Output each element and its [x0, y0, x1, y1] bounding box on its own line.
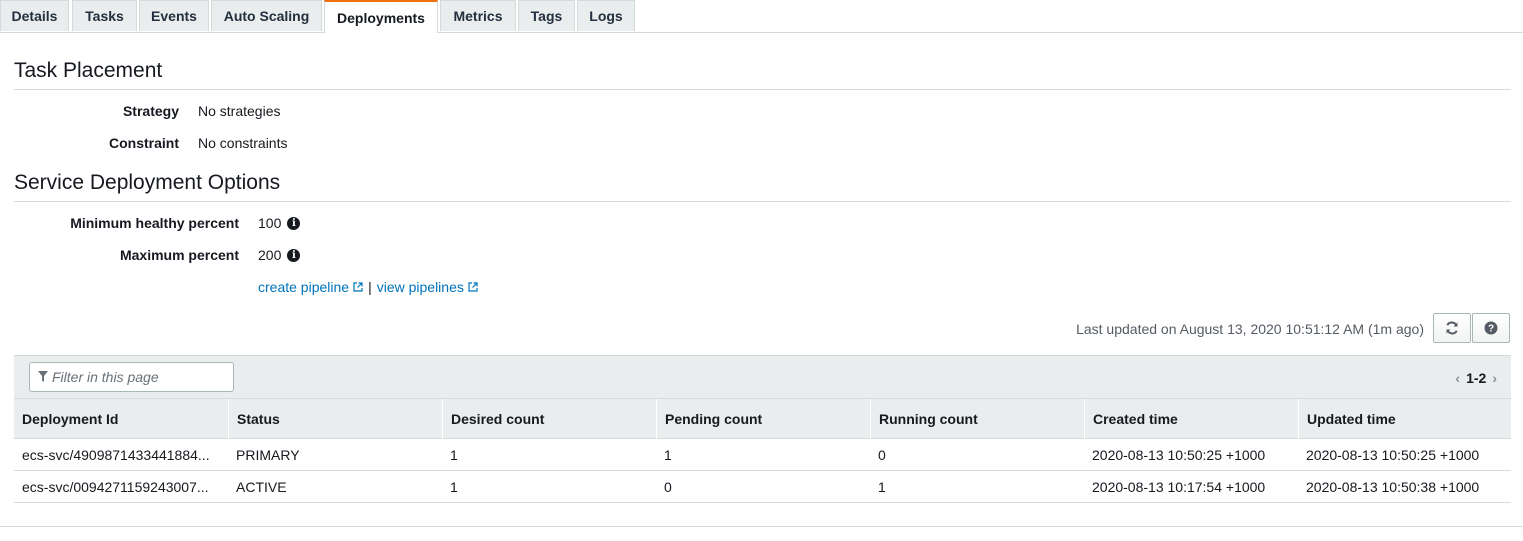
max-percent-row: 200 i	[258, 247, 301, 263]
table-row[interactable]: ecs-svc/4909871433441884... PRIMARY 1 1 …	[14, 439, 1511, 471]
cell-running-count: 1	[878, 478, 886, 495]
column-header-status[interactable]: Status	[228, 399, 442, 439]
constraint-label: Constraint	[109, 135, 179, 151]
svg-text:?: ?	[1488, 324, 1494, 335]
cell-status: ACTIVE	[236, 478, 287, 495]
tab-metrics[interactable]: Metrics	[440, 0, 516, 31]
help-icon: ?	[1484, 321, 1498, 335]
page-range: 1-2	[1466, 370, 1487, 386]
min-healthy-value: 100	[258, 215, 282, 231]
view-pipelines-link[interactable]: view pipelines	[377, 279, 478, 295]
table-row[interactable]: ecs-svc/0094271159243007... ACTIVE 1 0 1…	[14, 471, 1511, 503]
cell-status: PRIMARY	[236, 446, 300, 463]
constraint-value: No constraints	[198, 135, 288, 151]
tab-details[interactable]: Details	[0, 0, 69, 31]
section-divider	[14, 201, 1511, 202]
cell-created-time: 2020-08-13 10:50:25 +1000	[1092, 446, 1266, 463]
column-header-created-time[interactable]: Created time	[1084, 399, 1298, 439]
view-pipelines-label: view pipelines	[376, 279, 464, 295]
info-icon[interactable]: i	[287, 248, 301, 262]
pagination: ‹ 1-2 ›	[1455, 370, 1497, 386]
cell-pending-count: 1	[664, 446, 672, 463]
section-divider	[14, 89, 1511, 90]
cell-desired-count: 1	[450, 478, 458, 495]
tab-tasks[interactable]: Tasks	[72, 0, 137, 31]
column-header-deployment-id[interactable]: Deployment Id	[14, 399, 228, 439]
cell-deployment-id[interactable]: ecs-svc/0094271159243007...	[14, 471, 228, 502]
pipeline-links: create pipeline | view pipelines	[258, 279, 478, 295]
column-header-running-count[interactable]: Running count	[870, 399, 1084, 439]
create-pipeline-label: create pipeline	[258, 279, 350, 295]
refresh-icon	[1446, 321, 1458, 335]
cell-running-count: 0	[878, 446, 886, 463]
info-icon[interactable]: i	[287, 216, 301, 230]
filter-input[interactable]	[29, 362, 234, 392]
column-header-pending-count[interactable]: Pending count	[656, 399, 870, 439]
cell-created-time: 2020-08-13 10:17:54 +1000	[1092, 478, 1266, 495]
strategy-value: No strategies	[198, 103, 281, 119]
tab-deployments[interactable]: Deployments	[324, 0, 438, 33]
table-header: Deployment Id Status Desired count Pendi…	[14, 398, 1511, 439]
external-link-icon	[468, 282, 478, 292]
max-percent-value: 200	[258, 247, 282, 263]
cell-pending-count: 0	[664, 478, 672, 495]
link-separator: |	[368, 279, 372, 295]
column-header-desired-count[interactable]: Desired count	[442, 399, 656, 439]
refresh-button[interactable]	[1433, 313, 1471, 343]
cell-deployment-id[interactable]: ecs-svc/4909871433441884...	[14, 439, 228, 470]
last-updated-text: Last updated on August 13, 2020 10:51:12…	[1076, 321, 1424, 337]
bottom-divider	[0, 526, 1523, 527]
table-filter-bar: ‹ 1-2 ›	[14, 355, 1511, 399]
deployment-options-title: Service Deployment Options	[14, 171, 281, 194]
tab-logs[interactable]: Logs	[577, 0, 635, 31]
chevron-left-icon[interactable]: ‹	[1455, 370, 1460, 386]
create-pipeline-link[interactable]: create pipeline	[258, 279, 363, 295]
task-placement-title: Task Placement	[14, 59, 163, 82]
column-header-updated-time[interactable]: Updated time	[1298, 399, 1511, 439]
strategy-label: Strategy	[122, 103, 179, 119]
min-healthy-label: Minimum healthy percent	[70, 215, 239, 231]
tab-events[interactable]: Events	[139, 0, 209, 31]
chevron-right-icon[interactable]: ›	[1492, 370, 1497, 386]
max-percent-label: Maximum percent	[119, 247, 239, 263]
min-healthy-row: 100 i	[258, 215, 301, 231]
help-button[interactable]: ?	[1472, 313, 1510, 343]
tab-tags[interactable]: Tags	[518, 0, 575, 31]
tab-auto-scaling[interactable]: Auto Scaling	[211, 0, 322, 31]
external-link-icon	[353, 282, 363, 292]
filter-icon	[38, 371, 48, 382]
cell-updated-time: 2020-08-13 10:50:25 +1000	[1306, 446, 1480, 463]
tab-bar: Details Tasks Events Auto Scaling Deploy…	[0, 0, 1523, 33]
cell-updated-time: 2020-08-13 10:50:38 +1000	[1306, 478, 1480, 495]
cell-desired-count: 1	[450, 446, 458, 463]
